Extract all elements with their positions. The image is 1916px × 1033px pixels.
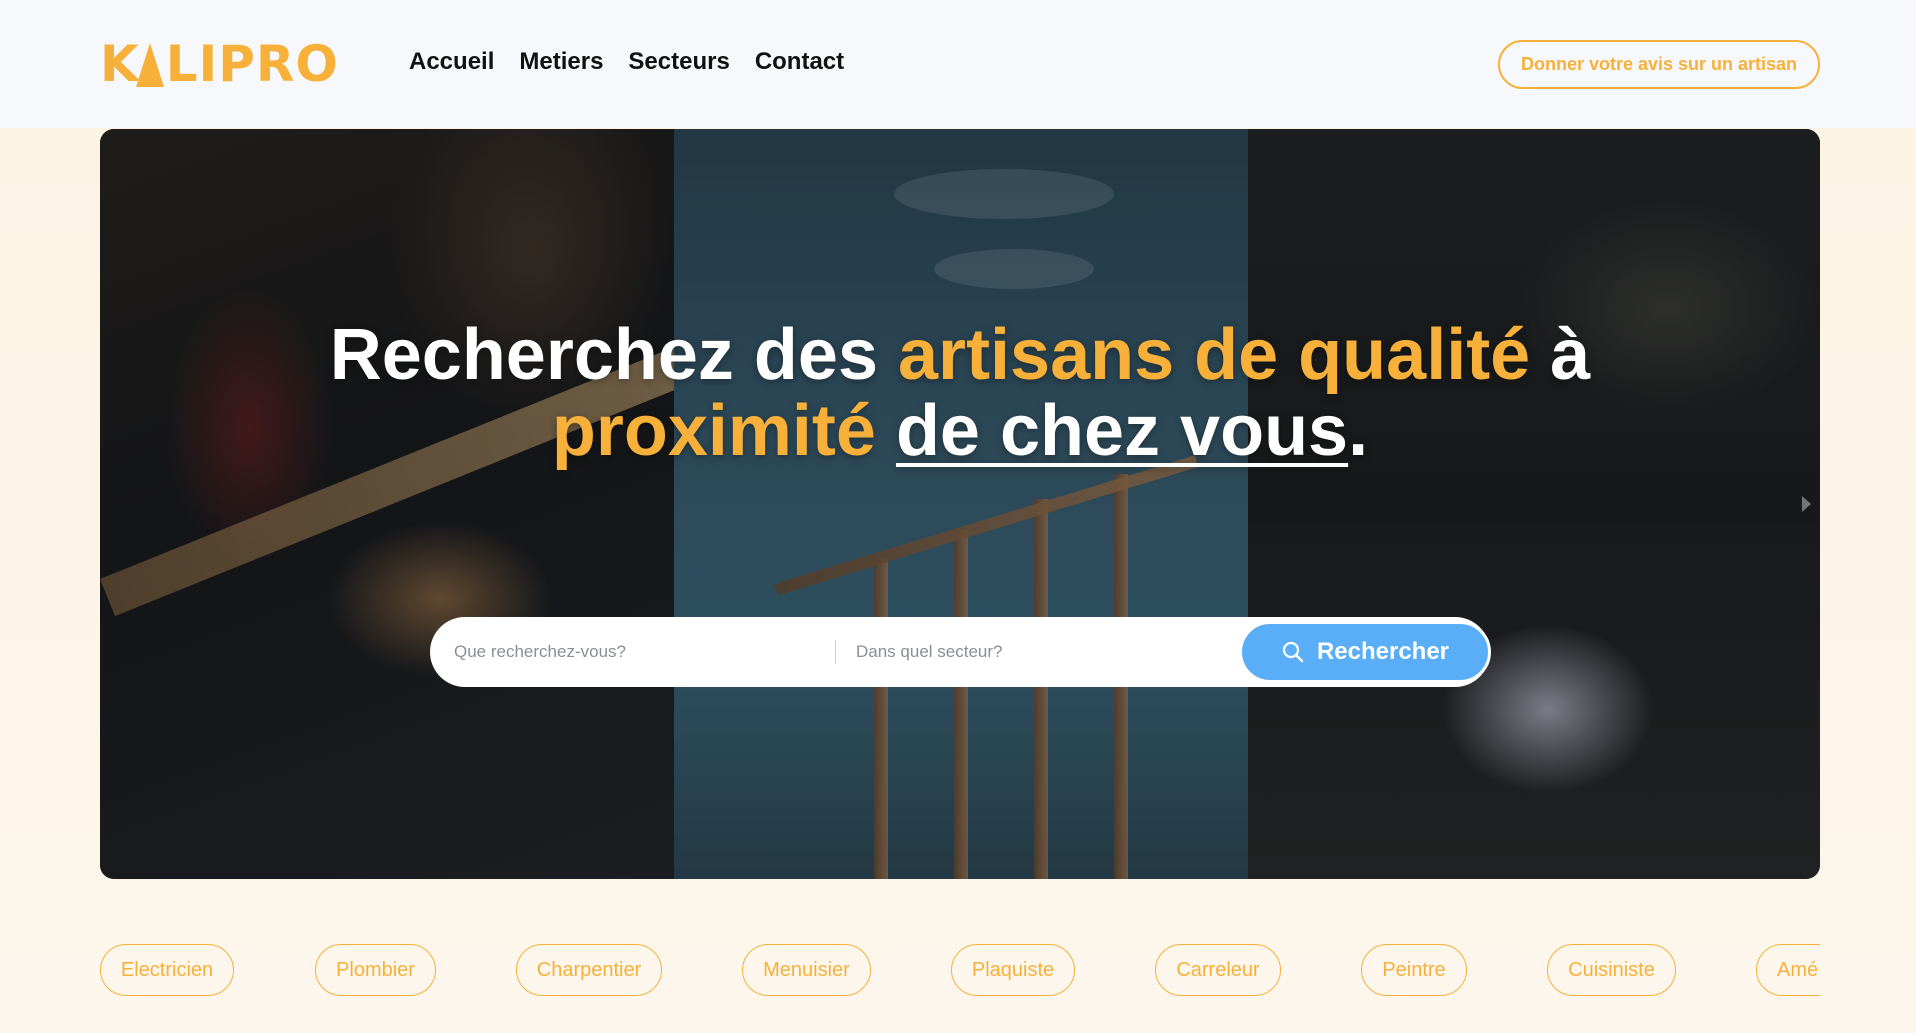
hero-overlay <box>100 129 1820 879</box>
headline-text: Recherchez des <box>329 315 898 395</box>
main-nav: Accueil Metiers Secteurs Contact <box>409 48 869 76</box>
chip-charpentier[interactable]: Charpentier <box>516 944 662 996</box>
chip-menuisier[interactable]: Menuisier <box>742 944 871 996</box>
nav-accueil[interactable]: Accueil <box>409 48 494 76</box>
chip-peintre[interactable]: Peintre <box>1361 944 1467 996</box>
logo-letters-lipro: LIPRO <box>165 35 339 93</box>
search-bar: Rechercher <box>430 617 1491 687</box>
headline-text: . <box>1348 391 1369 471</box>
chip-electricien[interactable]: Electricien <box>100 944 234 996</box>
review-artisan-button[interactable]: Donner votre avis sur un artisan <box>1498 40 1820 89</box>
chip-plombier[interactable]: Plombier <box>315 944 436 996</box>
slider-next-icon[interactable] <box>1802 496 1811 512</box>
headline-highlight: artisans de qualité <box>898 315 1531 395</box>
search-where-input[interactable] <box>856 635 1216 669</box>
search-button[interactable]: Rechercher <box>1239 621 1491 683</box>
search-divider <box>835 640 836 664</box>
category-chips: Electricien Plombier Charpentier Menuisi… <box>100 944 1820 996</box>
headline-underlined: de chez vous <box>895 391 1349 471</box>
search-what-input[interactable] <box>454 635 814 669</box>
logo-triangle-icon <box>135 43 164 87</box>
search-icon <box>1282 641 1304 663</box>
chip-amenagement[interactable]: Amé <box>1756 944 1820 996</box>
chip-cuisiniste[interactable]: Cuisiniste <box>1547 944 1676 996</box>
site-header: K LIPRO Accueil Metiers Secteurs Contact … <box>0 0 1916 128</box>
headline-text <box>876 391 896 471</box>
page: K LIPRO Accueil Metiers Secteurs Contact … <box>0 0 1916 1033</box>
logo-letter-k: K <box>100 35 140 93</box>
chip-carreleur[interactable]: Carreleur <box>1155 944 1281 996</box>
search-button-label: Rechercher <box>1316 638 1450 665</box>
logo[interactable]: K LIPRO <box>100 35 339 93</box>
headline-text: à <box>1530 315 1591 395</box>
nav-secteurs[interactable]: Secteurs <box>628 48 729 76</box>
hero-banner: Recherchez des artisans de qualité à pro… <box>100 129 1820 879</box>
hero-headline: Recherchez des artisans de qualité à pro… <box>100 317 1820 469</box>
logo-text: K LIPRO <box>100 35 339 93</box>
chip-plaquiste[interactable]: Plaquiste <box>951 944 1075 996</box>
headline-highlight: proximité <box>551 391 876 471</box>
nav-metiers[interactable]: Metiers <box>519 48 603 76</box>
nav-contact[interactable]: Contact <box>755 48 844 76</box>
